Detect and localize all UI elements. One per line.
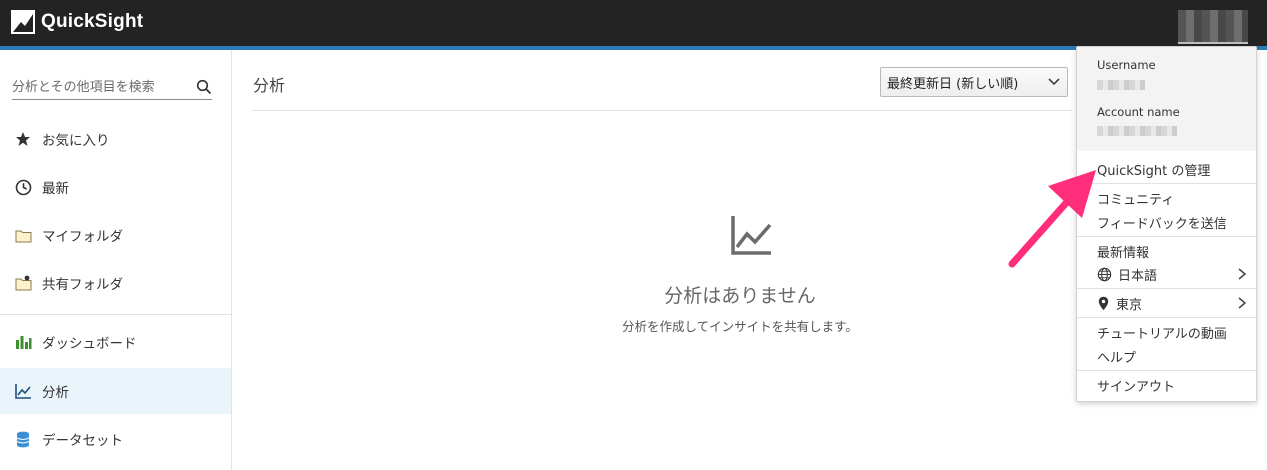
star-icon — [14, 130, 32, 148]
dashboard-icon — [14, 333, 32, 351]
account-info: Username Account name — [1077, 47, 1256, 151]
sidebar-divider — [0, 314, 231, 315]
menu-item-manage-quicksight[interactable]: QuickSight の管理 — [1097, 160, 1210, 179]
account-name-label: Account name — [1097, 105, 1180, 119]
empty-state-title: 分析はありません — [664, 285, 816, 307]
sidebar-item-shared-folders[interactable]: 共有フォルダ — [0, 260, 231, 306]
sidebar-item-label: データセット — [42, 433, 123, 449]
shared-folder-icon — [14, 274, 32, 292]
quicksight-logo[interactable]: QuickSight — [11, 10, 143, 34]
empty-state-subtitle: 分析を作成してインサイトを共有します。 — [622, 319, 858, 334]
menu-item-help[interactable]: ヘルプ — [1097, 347, 1136, 366]
menu-item-region[interactable]: 東京 — [1097, 294, 1247, 313]
clock-icon — [14, 178, 32, 196]
sidebar-item-label: マイフォルダ — [42, 229, 123, 245]
search-box — [12, 76, 212, 100]
top-bar: QuickSight — [0, 0, 1267, 46]
sidebar: お気に入り 最新 マイフォルダ 共有フォルダ ダッシュボード 分析 — [0, 50, 232, 470]
map-pin-icon — [1098, 296, 1109, 311]
analysis-icon — [14, 382, 32, 400]
user-menu-button[interactable] — [1178, 10, 1248, 44]
region-label: 東京 — [1116, 298, 1143, 313]
annotation-arrow — [1008, 170, 1096, 268]
page-title: 分析 — [253, 76, 286, 95]
sidebar-item-datasets[interactable]: データセット — [0, 416, 231, 462]
chevron-right-icon — [1238, 268, 1247, 280]
username-value-redacted — [1097, 80, 1145, 90]
sort-dropdown[interactable]: 最終更新日 (新しい順) — [880, 67, 1068, 97]
menu-separator — [1077, 288, 1256, 289]
line-chart-icon — [731, 216, 772, 255]
chevron-down-icon — [1048, 78, 1060, 86]
sidebar-item-favorites[interactable]: お気に入り — [0, 116, 231, 162]
sidebar-item-recent[interactable]: 最新 — [0, 164, 231, 210]
menu-item-send-feedback[interactable]: フィードバックを送信 — [1097, 213, 1227, 232]
app-title: QuickSight — [41, 11, 144, 32]
sidebar-item-label: 共有フォルダ — [42, 277, 123, 293]
folder-icon — [14, 226, 32, 244]
sidebar-item-label: お気に入り — [42, 133, 110, 149]
sidebar-item-dashboards[interactable]: ダッシュボード — [0, 319, 231, 365]
menu-item-language[interactable]: 日本語 — [1097, 265, 1247, 284]
menu-item-tutorial-videos[interactable]: チュートリアルの動画 — [1097, 323, 1227, 342]
chevron-right-icon — [1238, 297, 1247, 309]
menu-separator — [1077, 317, 1256, 318]
sidebar-item-my-folders[interactable]: マイフォルダ — [0, 212, 231, 258]
account-name-value-redacted — [1097, 126, 1177, 136]
sidebar-item-label: ダッシュボード — [42, 336, 137, 352]
sort-dropdown-value: 最終更新日 (新しい順) — [887, 76, 1019, 92]
dataset-icon — [14, 430, 32, 448]
sidebar-item-label: 分析 — [42, 385, 69, 401]
menu-separator — [1077, 370, 1256, 371]
sidebar-item-analyses[interactable]: 分析 — [0, 368, 231, 414]
header-divider — [252, 110, 1072, 111]
search-icon[interactable] — [196, 79, 212, 95]
menu-item-sign-out[interactable]: サインアウト — [1097, 376, 1175, 395]
search-input[interactable] — [12, 76, 187, 99]
username-label: Username — [1097, 58, 1156, 72]
logo-chart-icon — [11, 10, 35, 34]
sidebar-item-label: 最新 — [42, 181, 69, 197]
language-label: 日本語 — [1118, 269, 1158, 284]
